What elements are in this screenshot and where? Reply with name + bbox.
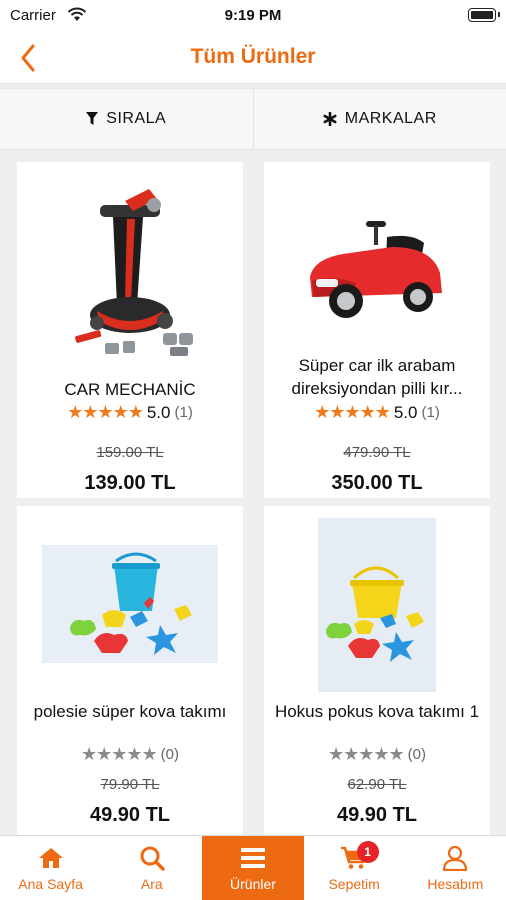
old-price: 479.90 TL — [343, 444, 411, 461]
tab-label: Ara — [140, 876, 163, 892]
rating-score: 5.0 — [393, 402, 418, 422]
navigation-bar: Tüm Ürünler — [0, 32, 506, 84]
product-name: CAR MECHANİC — [64, 380, 196, 399]
filter-bar: SIRALA MARKALAR — [0, 88, 506, 150]
tab-label: Sepetim — [328, 876, 380, 892]
tab-label: Hesabım — [427, 876, 484, 892]
product-card[interactable]: Süper car ilk arabam direksiyondan pilli… — [264, 162, 490, 498]
product-name: Hokus pokus kova takımı 1 — [274, 702, 480, 721]
review-count: (1) — [421, 404, 440, 421]
yellow-bucket-set-image — [264, 516, 490, 694]
product-card[interactable]: Hokus pokus kova takımı 1 ★★★★★ (0) 62.9… — [264, 506, 490, 835]
product-rating: ★★★★★ 5.0 (1) — [17, 402, 243, 423]
price: 350.00 TL — [331, 472, 423, 494]
product-name: polesie süper kova takımı — [33, 702, 227, 721]
review-count: (0) — [407, 746, 427, 763]
filter-icon — [86, 112, 99, 125]
price: 49.90 TL — [336, 804, 418, 826]
tab-search[interactable]: Ara — [101, 836, 202, 900]
clock: 9:19 PM — [224, 7, 282, 24]
tab-bar: Ana Sayfa Ara Ürünler 1 Sepetim Hesabım — [0, 835, 506, 900]
product-name: Süper car ilk arabam direksiyondan pilli… — [291, 356, 463, 398]
sort-label: SIRALA — [106, 110, 167, 127]
car-mechanic-toy-image — [17, 178, 243, 368]
brands-button[interactable]: MARKALAR — [252, 89, 506, 149]
brands-label: MARKALAR — [344, 110, 437, 127]
product-card[interactable]: CAR MECHANİC ★★★★★ 5.0 (1) 159.00 TL 139… — [17, 162, 243, 498]
review-count: (1) — [174, 404, 193, 421]
product-card[interactable]: polesie süper kova takımı ★★★★★ (0) 79.9… — [17, 506, 243, 835]
red-ride-on-car-image — [264, 202, 490, 342]
price: 49.90 TL — [89, 804, 171, 826]
product-rating: ★★★★★ (0) — [17, 744, 243, 765]
tab-cart[interactable]: 1 Sepetim — [304, 836, 405, 900]
rating-score: 5.0 — [146, 402, 171, 422]
search-icon — [139, 844, 165, 872]
rating-stars: ★★★★★ — [80, 744, 158, 764]
tab-home[interactable]: Ana Sayfa — [0, 836, 101, 900]
rating-stars: ★★★★★ — [67, 402, 144, 422]
battery-icon — [468, 8, 500, 22]
page-title: Tüm Ürünler — [190, 45, 316, 68]
home-icon — [38, 844, 64, 872]
blue-bucket-set-image — [17, 544, 243, 664]
old-price: 159.00 TL — [96, 444, 164, 461]
cart-badge: 1 — [356, 841, 379, 863]
old-price: 79.90 TL — [100, 776, 160, 793]
status-bar: Carrier 9:19 PM — [0, 0, 506, 32]
price: 139.00 TL — [84, 472, 176, 494]
user-icon — [442, 844, 468, 872]
old-price: 62.90 TL — [347, 776, 407, 793]
product-grid: CAR MECHANİC ★★★★★ 5.0 (1) 159.00 TL 139… — [0, 150, 506, 835]
rating-stars: ★★★★★ — [327, 744, 405, 764]
review-count: (0) — [160, 746, 180, 763]
tab-account[interactable]: Hesabım — [405, 836, 506, 900]
asterisk-icon — [323, 112, 337, 126]
product-rating: ★★★★★ (0) — [264, 744, 490, 765]
tab-products[interactable]: Ürünler — [202, 836, 304, 900]
tab-label: Ana Sayfa — [18, 876, 83, 892]
product-rating: ★★★★★ 5.0 (1) — [264, 402, 490, 423]
tab-label: Ürünler — [230, 876, 276, 892]
menu-icon — [240, 844, 266, 872]
rating-stars: ★★★★★ — [314, 402, 391, 422]
sort-button[interactable]: SIRALA — [0, 89, 253, 149]
